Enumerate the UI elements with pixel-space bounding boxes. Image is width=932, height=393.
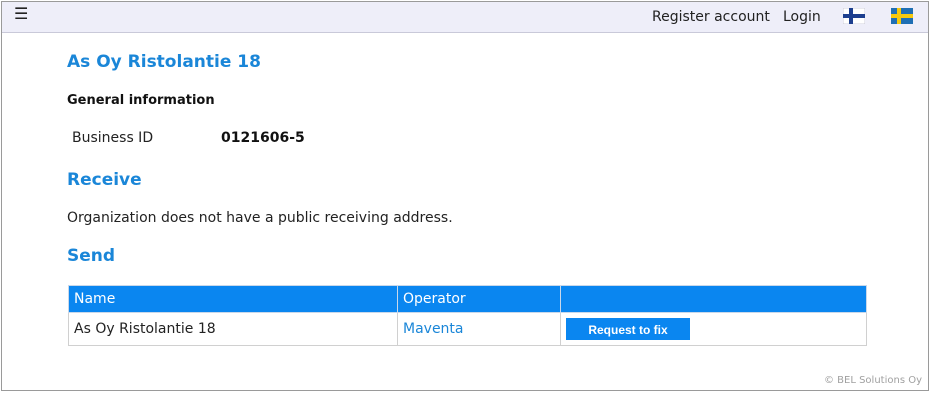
column-header-operator: Operator bbox=[397, 285, 561, 313]
general-information-heading: General information bbox=[67, 93, 215, 108]
business-id-label: Business ID bbox=[72, 130, 154, 146]
send-table: Name Operator As Oy Ristolantie 18 Maven… bbox=[68, 285, 867, 346]
register-account-link[interactable]: Register account bbox=[652, 9, 770, 25]
finland-flag-icon[interactable] bbox=[843, 8, 865, 24]
row-operator-cell: Maventa bbox=[397, 312, 561, 346]
receive-text: Organization does not have a public rece… bbox=[67, 210, 453, 226]
organization-title: As Oy Ristolantie 18 bbox=[67, 52, 261, 72]
sweden-flag-icon[interactable] bbox=[891, 8, 913, 24]
column-header-action bbox=[560, 285, 867, 313]
app-frame: ☰ Register account Login As Oy Ristolant… bbox=[1, 1, 929, 391]
table-row: As Oy Ristolantie 18 Maventa Request to … bbox=[68, 312, 867, 346]
row-name-cell: As Oy Ristolantie 18 bbox=[68, 312, 398, 346]
copyright-footer: © BEL Solutions Oy bbox=[823, 375, 922, 386]
request-to-fix-button[interactable]: Request to fix bbox=[566, 318, 690, 340]
row-action-cell: Request to fix bbox=[560, 312, 867, 346]
login-link[interactable]: Login bbox=[783, 9, 821, 25]
send-heading: Send bbox=[67, 246, 116, 266]
table-header-row: Name Operator bbox=[68, 285, 867, 313]
business-id-value: 0121606-5 bbox=[221, 130, 305, 146]
top-bar: ☰ Register account Login bbox=[2, 2, 928, 33]
menu-icon[interactable]: ☰ bbox=[14, 5, 28, 23]
receive-heading: Receive bbox=[67, 170, 142, 190]
operator-link[interactable]: Maventa bbox=[403, 321, 464, 337]
page: ☰ Register account Login As Oy Ristolant… bbox=[0, 0, 932, 393]
column-header-name: Name bbox=[68, 285, 398, 313]
